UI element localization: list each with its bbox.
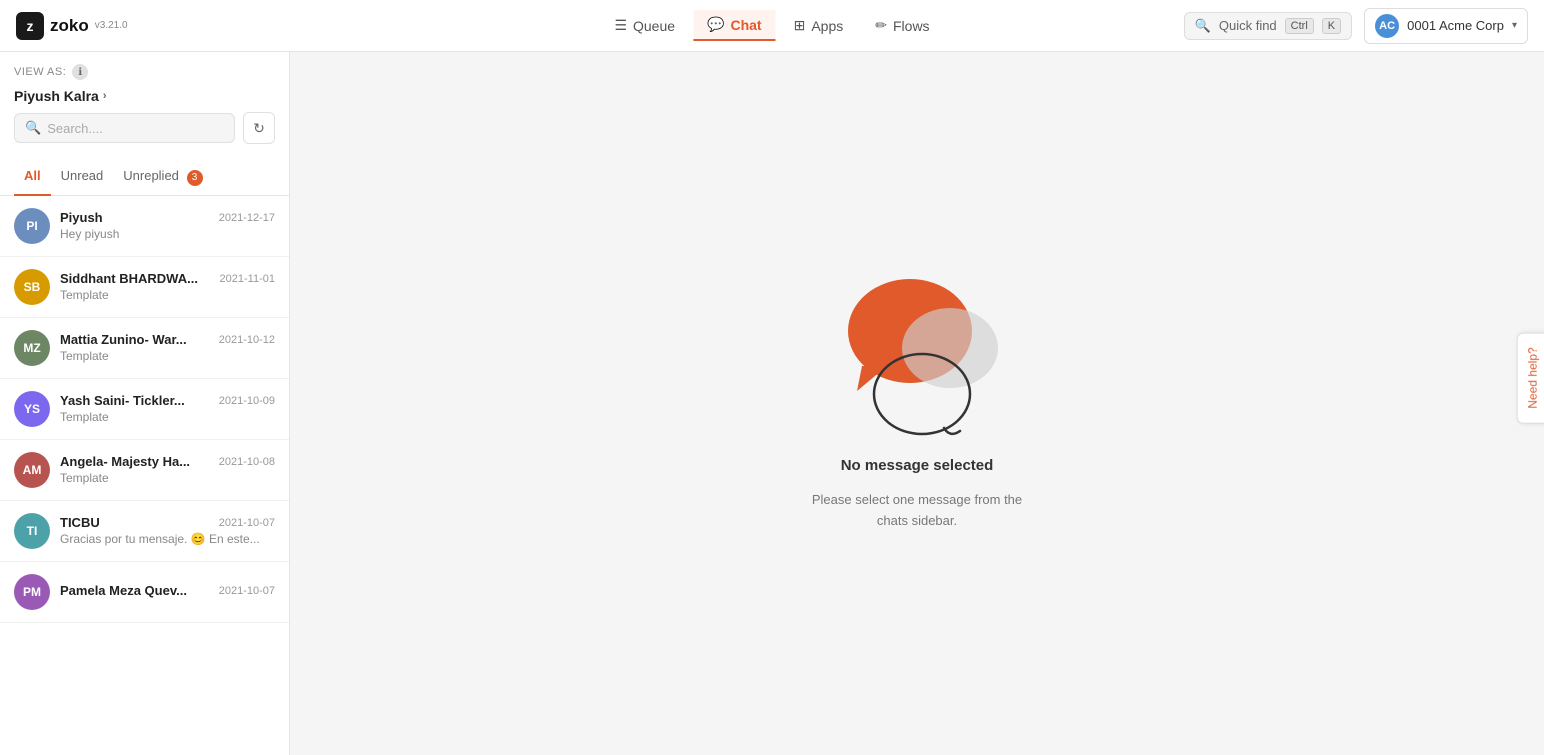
avatar: PM — [14, 574, 50, 610]
chat-date: 2021-10-07 — [219, 585, 275, 597]
chat-info: Mattia Zunino- War... 2021-10-12 Templat… — [60, 332, 275, 363]
flows-icon: ✏ — [875, 17, 887, 34]
avatar: PI — [14, 208, 50, 244]
quick-find-label: Quick find — [1219, 18, 1277, 33]
account-name: 0001 Acme Corp — [1407, 18, 1504, 33]
chat-item[interactable]: YS Yash Saini- Tickler... 2021-10-09 Tem… — [0, 379, 289, 440]
chat-info: Angela- Majesty Ha... 2021-10-08 Templat… — [60, 454, 275, 485]
chat-name: Yash Saini- Tickler... — [60, 393, 185, 408]
chat-item[interactable]: MZ Mattia Zunino- War... 2021-10-12 Temp… — [0, 318, 289, 379]
account-button[interactable]: AC 0001 Acme Corp ▾ — [1364, 8, 1528, 44]
app-version: v3.21.0 — [95, 20, 128, 31]
chat-item[interactable]: TI TICBU 2021-10-07 Gracias por tu mensa… — [0, 501, 289, 562]
chat-info: Piyush 2021-12-17 Hey piyush — [60, 210, 275, 241]
nav-apps-label: Apps — [811, 18, 843, 34]
view-as-user[interactable]: Piyush Kalra › — [14, 88, 275, 104]
logo-icon: z — [16, 12, 44, 40]
chat-name: TICBU — [60, 515, 100, 530]
search-row: 🔍 ↻ — [0, 112, 289, 152]
kbd-k: K — [1322, 18, 1341, 34]
chat-item[interactable]: PI Piyush 2021-12-17 Hey piyush — [0, 196, 289, 257]
chat-preview: Hey piyush — [60, 227, 275, 241]
search-icon: 🔍 — [1195, 18, 1211, 34]
nav-chat-label: Chat — [730, 17, 761, 33]
view-as-username: Piyush Kalra — [14, 88, 99, 104]
nav-right: 🔍 Quick find Ctrl K AC 0001 Acme Corp ▾ — [1184, 8, 1528, 44]
nav-queue[interactable]: ☰ Queue — [600, 11, 689, 40]
chat-list: PI Piyush 2021-12-17 Hey piyush SB Siddh… — [0, 196, 289, 755]
tab-all[interactable]: All — [14, 160, 51, 196]
view-as-label: VIEW AS: — [14, 66, 66, 78]
avatar: MZ — [14, 330, 50, 366]
logo-area: z zoko v3.21.0 — [16, 12, 128, 40]
sidebar-header: VIEW AS: ℹ Piyush Kalra › — [0, 52, 289, 112]
chat-date: 2021-10-07 — [219, 517, 275, 529]
empty-subtitle: Please select one message from thechats … — [812, 490, 1022, 532]
nav-queue-label: Queue — [633, 18, 675, 34]
search-box[interactable]: 🔍 — [14, 113, 235, 143]
tab-unreplied[interactable]: Unreplied 3 — [113, 160, 212, 196]
tab-unread[interactable]: Unread — [51, 160, 114, 196]
chat-item[interactable]: PM Pamela Meza Quev... 2021-10-07 — [0, 562, 289, 623]
chat-illustration — [832, 276, 1002, 441]
chat-name: Angela- Majesty Ha... — [60, 454, 190, 469]
main-area: VIEW AS: ℹ Piyush Kalra › 🔍 ↻ All Unread — [0, 52, 1544, 755]
nav-flows[interactable]: ✏ Flows — [861, 11, 943, 40]
chat-preview: Template — [60, 471, 275, 485]
avatar: YS — [14, 391, 50, 427]
user-chevron-icon: › — [103, 90, 107, 102]
chevron-down-icon: ▾ — [1512, 20, 1517, 31]
chat-name: Piyush — [60, 210, 103, 225]
chat-info: Siddhant BHARDWA... 2021-11-01 Template — [60, 271, 275, 302]
empty-state: No message selected Please select one me… — [812, 276, 1022, 532]
avatar: TI — [14, 513, 50, 549]
unreplied-badge: 3 — [187, 170, 203, 186]
search-icon: 🔍 — [25, 120, 41, 136]
tabs-row: All Unread Unreplied 3 — [0, 160, 289, 196]
refresh-button[interactable]: ↻ — [243, 112, 275, 144]
chat-name: Pamela Meza Quev... — [60, 583, 187, 598]
apps-icon: ⊞ — [794, 17, 806, 34]
chat-item[interactable]: AM Angela- Majesty Ha... 2021-10-08 Temp… — [0, 440, 289, 501]
nav-center: ☰ Queue 💬 Chat ⊞ Apps ✏ Flows — [600, 10, 943, 41]
chat-icon: 💬 — [707, 16, 724, 33]
view-as-row: VIEW AS: ℹ — [14, 64, 275, 80]
chat-preview: Gracias por tu mensaje. 😊 En este... — [60, 532, 275, 546]
nav-chat[interactable]: 💬 Chat — [693, 10, 776, 41]
chat-info: TICBU 2021-10-07 Gracias por tu mensaje.… — [60, 515, 275, 546]
main-content: No message selected Please select one me… — [290, 52, 1544, 755]
account-avatar: AC — [1375, 14, 1399, 38]
queue-icon: ☰ — [614, 17, 627, 34]
search-input[interactable] — [47, 121, 224, 136]
chat-date: 2021-10-08 — [219, 456, 275, 468]
refresh-icon: ↻ — [253, 120, 265, 137]
chat-date: 2021-12-17 — [219, 212, 275, 224]
kbd-ctrl: Ctrl — [1285, 18, 1314, 34]
chat-name: Siddhant BHARDWA... — [60, 271, 198, 286]
nav-apps[interactable]: ⊞ Apps — [780, 11, 858, 40]
chat-preview: Template — [60, 288, 275, 302]
avatar: AM — [14, 452, 50, 488]
info-icon[interactable]: ℹ — [72, 64, 88, 80]
app-name: zoko — [50, 16, 89, 36]
chat-date: 2021-10-09 — [219, 395, 275, 407]
chat-preview: Template — [60, 410, 275, 424]
chat-item[interactable]: SB Siddhant BHARDWA... 2021-11-01 Templa… — [0, 257, 289, 318]
chat-date: 2021-11-01 — [220, 273, 275, 285]
chat-name: Mattia Zunino- War... — [60, 332, 187, 347]
empty-title: No message selected — [841, 457, 994, 474]
sidebar: VIEW AS: ℹ Piyush Kalra › 🔍 ↻ All Unread — [0, 52, 290, 755]
quick-find-button[interactable]: 🔍 Quick find Ctrl K — [1184, 12, 1352, 40]
chat-info: Pamela Meza Quev... 2021-10-07 — [60, 583, 275, 600]
avatar: SB — [14, 269, 50, 305]
need-help-button[interactable]: Need help? — [1516, 332, 1544, 423]
nav-flows-label: Flows — [893, 18, 930, 34]
chat-info: Yash Saini- Tickler... 2021-10-09 Templa… — [60, 393, 275, 424]
chat-date: 2021-10-12 — [219, 334, 275, 346]
topnav: z zoko v3.21.0 ☰ Queue 💬 Chat ⊞ Apps ✏ F… — [0, 0, 1544, 52]
chat-preview: Template — [60, 349, 275, 363]
